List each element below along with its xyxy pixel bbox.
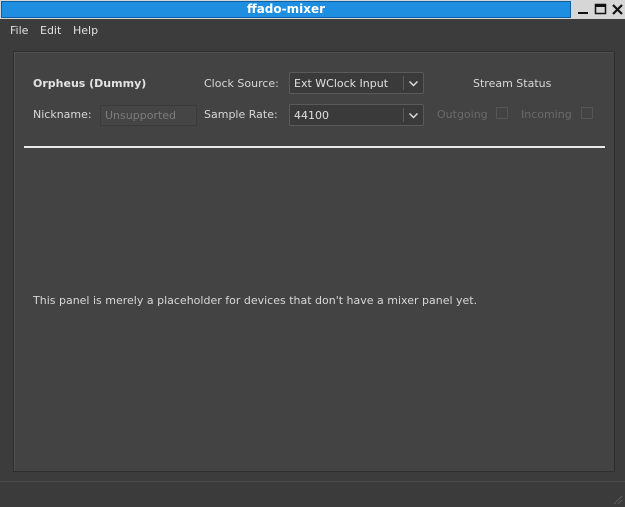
sample-rate-combo[interactable]: 44100 (289, 104, 424, 126)
stream-status-title: Stream Status (473, 77, 552, 90)
sample-rate-value: 44100 (294, 109, 329, 122)
title-bar[interactable]: ffado-mixer (0, 0, 625, 19)
chevron-down-icon[interactable] (408, 110, 419, 121)
size-grip-icon[interactable] (611, 493, 623, 505)
incoming-label: Incoming (521, 108, 572, 121)
combo-divider (403, 108, 404, 122)
incoming-checkbox (581, 107, 593, 119)
outgoing-checkbox (496, 107, 508, 119)
status-bar (0, 481, 625, 507)
device-name-label: Orpheus (Dummy) (33, 77, 147, 90)
clock-source-value: Ext WClock Input (294, 77, 389, 90)
maximize-icon[interactable] (592, 1, 609, 18)
window-title: ffado-mixer (1, 1, 571, 18)
placeholder-message: This panel is merely a placeholder for d… (33, 294, 478, 307)
ffado-mixer-window: ffado-mixer File Edit Help Orpheus (Dumm… (0, 0, 625, 507)
menu-file[interactable]: File (10, 24, 28, 37)
horizontal-separator (24, 146, 605, 148)
menu-help[interactable]: Help (73, 24, 98, 37)
sample-rate-label: Sample Rate: (204, 108, 278, 121)
nickname-label: Nickname: (33, 108, 92, 121)
chevron-down-icon[interactable] (408, 78, 419, 89)
menu-edit[interactable]: Edit (40, 24, 61, 37)
combo-divider (403, 76, 404, 90)
minimize-icon[interactable] (575, 1, 592, 18)
outgoing-label: Outgoing (437, 108, 488, 121)
nickname-field: Unsupported (100, 105, 197, 126)
clock-source-label: Clock Source: (204, 77, 279, 90)
clock-source-combo[interactable]: Ext WClock Input (289, 72, 424, 94)
menu-bar: File Edit Help (0, 19, 625, 43)
close-icon[interactable] (609, 1, 625, 18)
device-panel: Orpheus (Dummy) Nickname: Unsupported Cl… (13, 51, 615, 472)
